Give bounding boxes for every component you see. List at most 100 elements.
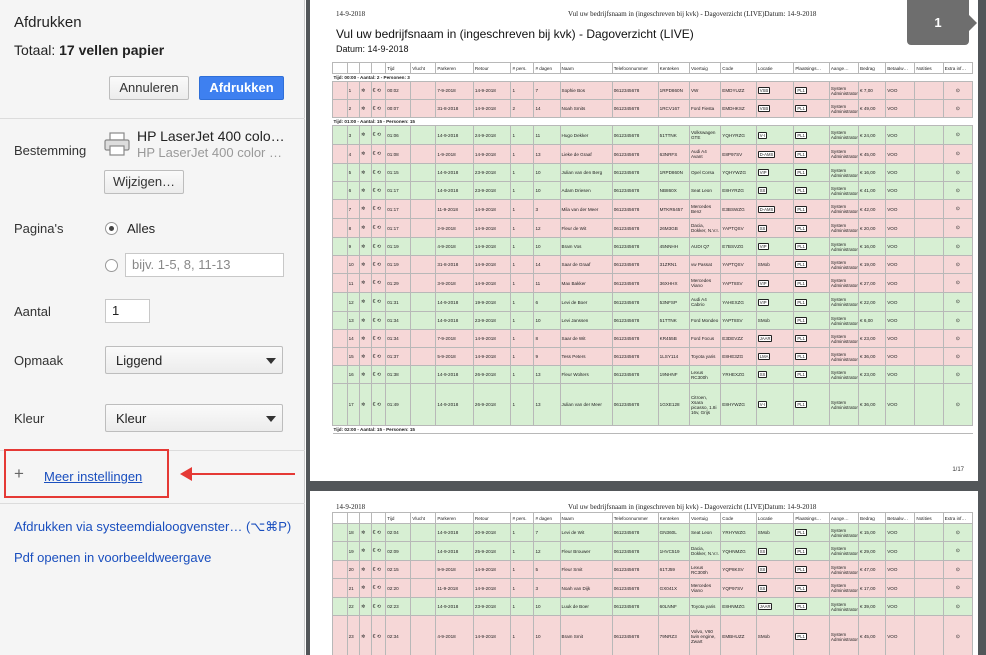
column-header: Notities <box>914 62 944 74</box>
table-row[interactable]: 1 ✲ € ⟲ 00:02 7-9-2018 14-9-2018 1 7 Sophie Bos 0… <box>332 81 974 100</box>
change-printer-button[interactable]: Wijzigen… <box>104 170 184 194</box>
copies-input[interactable]: 1 <box>105 299 150 323</box>
agent-cell: System Administrator <box>828 523 860 542</box>
placement-tag: PL1 <box>795 187 807 194</box>
table-row[interactable]: 17 ✲ € ⟲ 01:49 14-9-2018 26-9-2018 1 13 Julian v… <box>332 383 974 426</box>
select-cell <box>332 125 348 145</box>
cancel-button[interactable]: Annuleren <box>109 76 189 100</box>
time-cell: 02:09 <box>385 541 412 561</box>
table-row[interactable]: 14 ✲ € ⟲ 01:34 7-9-2018 14-9-2018 1 8 Saar de Wi… <box>332 329 974 348</box>
notes-cell <box>914 523 944 542</box>
amount-cell: € 45,00 <box>858 615 887 655</box>
table-row[interactable]: 21 ✲ € ⟲ 02:20 11-9-2018 14-9-2018 1 3 Noah van … <box>332 578 974 598</box>
table-row[interactable]: 11 ✲ € ⟲ 01:29 3-9-2018 14-9-2018 1 11 Max Bakke… <box>332 273 974 293</box>
color-select[interactable]: Kleur <box>105 404 283 432</box>
doc-date: Datum: 14-9-2018 <box>336 44 409 54</box>
name-cell: Levi de Wit <box>559 523 613 542</box>
table-row[interactable]: 4 ✲ € ⟲ 01:08 1-9-2018 14-9-2018 1 13 Lieke de G… <box>332 144 974 164</box>
days: 11 <box>533 273 561 293</box>
table-row[interactable]: 15 ✲ € ⟲ 01:37 5-9-2018 14-9-2018 1 9 Tess Peter… <box>332 347 974 366</box>
flight-cell <box>410 383 437 426</box>
select-cell <box>332 597 348 616</box>
pages-all-radio[interactable] <box>105 222 118 235</box>
plus-icon[interactable]: + <box>14 465 24 482</box>
column-header: Bedrag <box>858 62 887 74</box>
table-row[interactable]: 13 ✲ € ⟲ 01:34 14-9-2018 23-9-2018 1 10 Levi Jan… <box>332 311 974 330</box>
return-date: 23-9-2018 <box>472 163 512 182</box>
persons: 1 <box>510 81 535 100</box>
name-cell: Fleur Smit <box>559 560 613 579</box>
return-date: 26-9-2018 <box>472 383 512 426</box>
placement-tag: PL1 <box>795 224 807 232</box>
table-row[interactable]: 12 ✲ € ⟲ 01:31 14-9-2018 19-9-2018 1 6 Levi de B… <box>332 292 974 312</box>
more-settings-link[interactable]: Meer instellingen <box>44 469 142 484</box>
info-icon: ⊙ <box>942 125 974 145</box>
row-number: 2 <box>346 99 361 118</box>
print-settings-panel: Afdrukken Totaal: 17 vellen papier Annul… <box>0 0 305 655</box>
open-pdf-link[interactable]: Pdf openen in voorbeeldweergave <box>14 550 211 565</box>
code-cell: YAPT8SV <box>720 273 757 293</box>
settings-icon: ✲ <box>359 615 372 655</box>
location-tag: V-I <box>757 131 767 139</box>
table-row[interactable]: 2 ✲ € ⟲ 00:07 31-8-2018 14-9-2018 2 14 Noah Smit… <box>332 99 974 118</box>
park-date: 9-9-2018 <box>435 560 474 579</box>
system-dialog-link[interactable]: Afdrukken via systeemdialoogvenster… (⌥⌘… <box>14 519 291 535</box>
placement-tag: PL1 <box>795 87 807 94</box>
placement-tag: PL1 <box>795 633 807 640</box>
persons: 1 <box>510 578 535 598</box>
print-preview[interactable]: 14-9-2018 Vul uw bedrijfsnaam in (ingesch… <box>306 0 986 655</box>
time-cell: 00:02 <box>385 81 412 100</box>
park-date: 14-9-2018 <box>435 541 474 561</box>
location-cell: VSB <box>755 81 795 100</box>
location-cell: VIP <box>755 163 795 182</box>
table-row[interactable]: 16 ✲ € ⟲ 01:38 14-9-2018 26-9-2018 1 13 Fleur Wo… <box>332 365 974 384</box>
payment-icon: € ⟲ <box>370 181 387 200</box>
placement-cell: PL1 <box>793 597 830 616</box>
agent-cell: System Administrator <box>828 81 860 100</box>
table-row[interactable]: 5 ✲ € ⟲ 01:15 14-9-2018 23-9-2018 1 10 Julian va… <box>332 163 974 182</box>
table-row[interactable]: 22 ✲ € ⟲ 02:23 14-9-2018 23-9-2018 1 10 Luuk de … <box>332 597 974 616</box>
days: 3 <box>533 199 561 219</box>
settings-icon: ✲ <box>359 311 372 330</box>
persons: 1 <box>510 237 535 256</box>
layout-select[interactable]: Liggend <box>105 346 283 374</box>
select-cell <box>332 218 348 238</box>
table-row[interactable]: 8 ✲ € ⟲ 01:17 2-9-2018 14-9-2018 1 12 Fleur de W… <box>332 218 974 238</box>
table-row[interactable]: 23 ✲ € ⟲ 02:34 4-9-2018 14-9-2018 1 10 Bram Smit… <box>332 615 974 655</box>
table-row[interactable]: 6 ✲ € ⟲ 01:17 14-9-2018 23-9-2018 1 10 Adam Drie… <box>332 181 974 200</box>
column-header: Locatie <box>755 512 795 524</box>
location-cell: LMA <box>755 347 795 366</box>
info-icon: ⊙ <box>942 615 974 655</box>
table-row[interactable]: 3 ✲ € ⟲ 01:06 14-9-2018 24-9-2018 1 11 Hugo Dekk… <box>332 125 974 145</box>
table-row[interactable]: 20 ✲ € ⟲ 02:15 9-9-2018 14-9-2018 1 5 Fleur Smit… <box>332 560 974 579</box>
placement-tag: PL1 <box>795 317 807 324</box>
park-date: 14-9-2018 <box>435 523 474 542</box>
plate-cell: GX041X <box>657 578 690 598</box>
table-row[interactable]: 9 ✲ € ⟲ 01:19 4-9-2018 14-9-2018 1 10 Bram Vos 06… <box>332 237 974 256</box>
name-cell: Tess Peters <box>559 347 613 366</box>
pages-custom-radio[interactable] <box>105 259 118 272</box>
table-row[interactable]: 7 ✲ € ⟲ 01:17 11-9-2018 14-9-2018 1 3 Mila van d… <box>332 199 974 219</box>
name-cell: Levi Janssen <box>559 311 613 330</box>
time-cell: 01:34 <box>385 311 412 330</box>
days: 10 <box>533 311 561 330</box>
agent-cell: System Administrator <box>828 365 860 384</box>
table-row[interactable]: 10 ✲ € ⟲ 01:19 31-8-2018 14-9-2018 1 14 Saar de … <box>332 255 974 274</box>
agent-cell: System Administrator <box>828 144 860 164</box>
location-tag: SMob <box>757 634 770 639</box>
destination-label: Bestemming <box>14 143 87 158</box>
plate-cell: 53NFSP <box>657 292 690 312</box>
pages-range-input[interactable]: bijv. 1-5, 8, 11-13 <box>125 253 284 277</box>
park-date: 14-9-2018 <box>435 597 474 616</box>
placement-cell: PL1 <box>793 560 830 579</box>
location-cell: D-AMS <box>755 199 795 219</box>
print-button[interactable]: Afdrukken <box>199 76 284 100</box>
notes-cell <box>914 255 944 274</box>
payment-method: VOO <box>885 541 916 561</box>
plate-cell: KR455B <box>657 329 690 348</box>
info-icon: ⊙ <box>942 365 974 384</box>
notes-cell <box>914 81 944 100</box>
column-header: Kenteken <box>657 62 690 74</box>
table-row[interactable]: 19 ✲ € ⟲ 02:09 14-9-2018 25-9-2018 1 12 Fleur Br… <box>332 541 974 561</box>
table-row[interactable]: 18 ✲ € ⟲ 02:04 14-9-2018 20-9-2018 1 7 Levi de W… <box>332 523 974 542</box>
